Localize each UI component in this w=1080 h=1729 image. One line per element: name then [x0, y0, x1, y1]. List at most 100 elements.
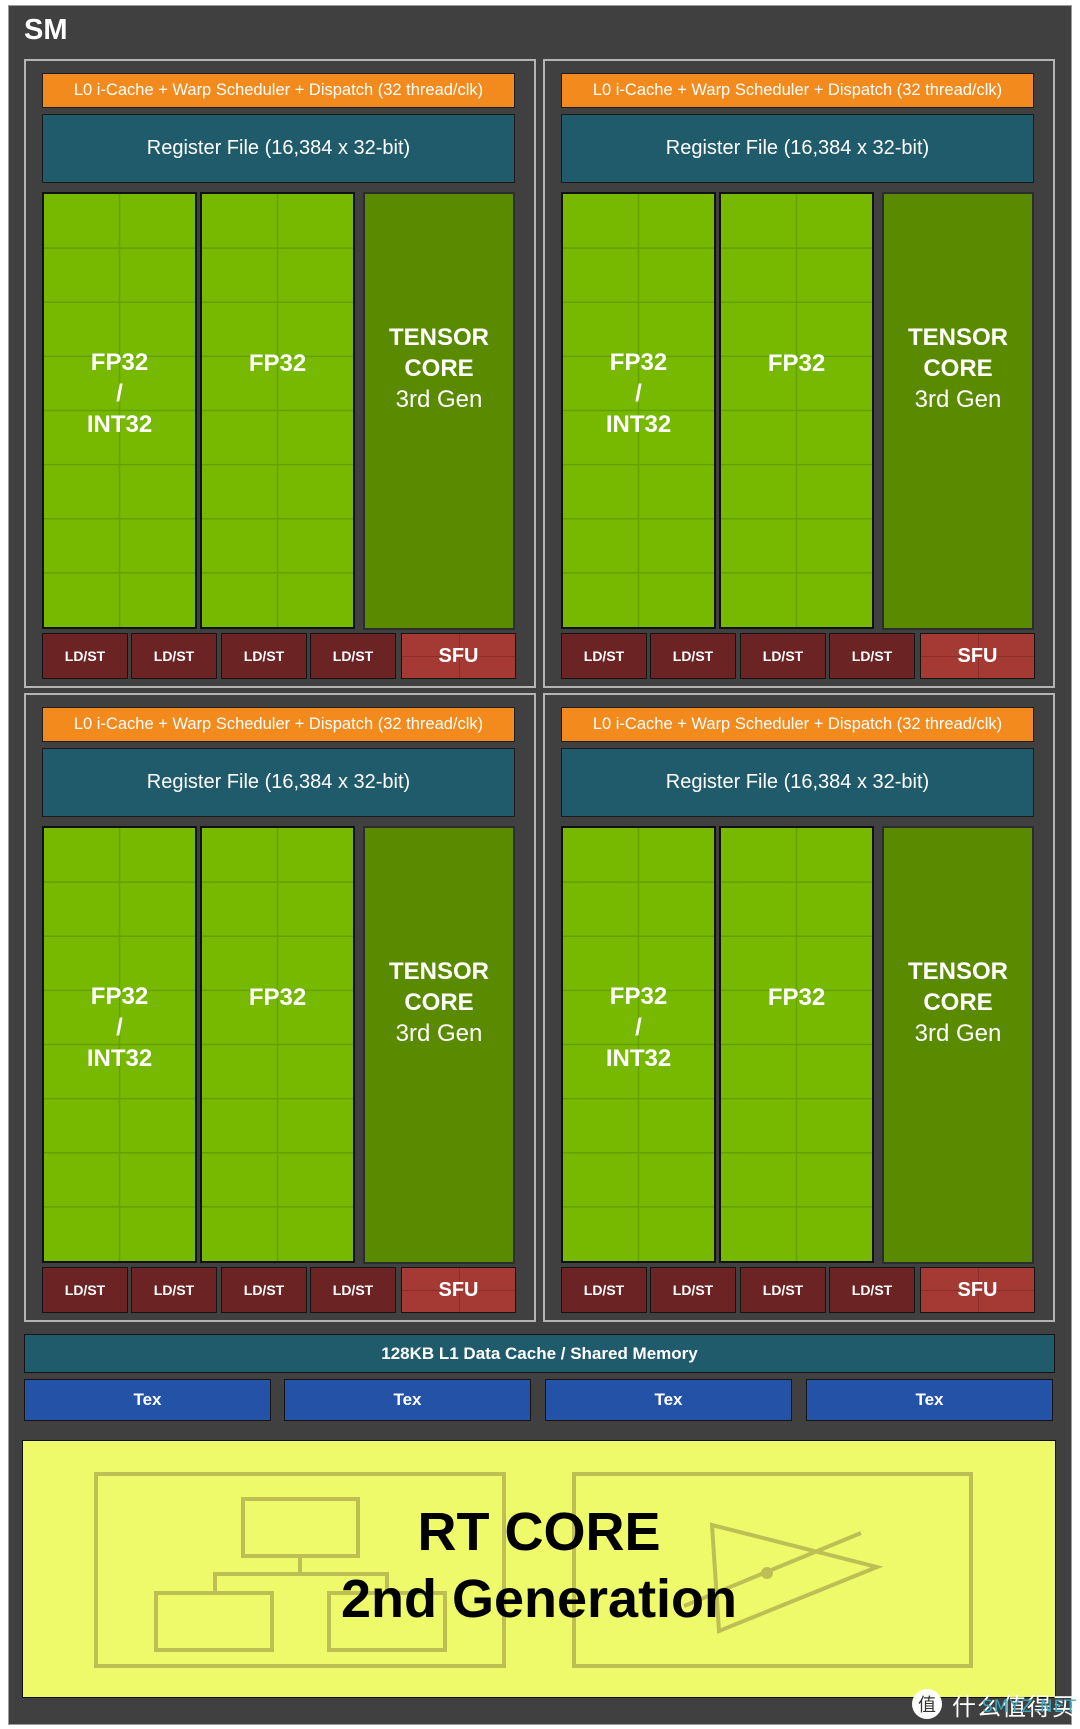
fp32-label: FP32 [90, 983, 149, 1010]
sm-title: SM [24, 14, 68, 46]
ldst-unit: LD/ST [561, 1267, 647, 1313]
sfu-unit: SFU [920, 633, 1035, 679]
tensor-label-line: CORE [404, 354, 474, 382]
ldst-unit: LD/ST [650, 1267, 736, 1313]
separator-label: / [116, 380, 123, 407]
separator-label: / [635, 380, 642, 407]
tensor-core: TENSOR CORE 3rd Gen [363, 192, 515, 630]
int32-label: INT32 [605, 411, 672, 438]
processing-block-top-right: L0 i-Cache + Warp Scheduler + Dispatch (… [543, 59, 1055, 688]
tensor-label-line: CORE [923, 988, 993, 1016]
sfu-label: SFU [438, 644, 479, 667]
int32-label: INT32 [86, 1045, 153, 1072]
core-grid [202, 194, 353, 627]
fp32-int32-label: FP32 / INT32 [87, 981, 152, 1074]
tensor-core-label: TENSOR CORE 3rd Gen [908, 322, 1008, 415]
fp32-int32-unit: FP32 / INT32 [42, 192, 197, 629]
ldst-unit: LD/ST [131, 633, 217, 679]
fp32-int32-label: FP32 / INT32 [87, 347, 152, 440]
ldst-unit: LD/ST [221, 1267, 307, 1313]
fp32-label: FP32 [767, 984, 826, 1011]
ldst-unit: LD/ST [310, 633, 396, 679]
tensor-label-line: CORE [923, 354, 993, 382]
fp32-unit: FP32 [719, 826, 874, 1263]
sfu-unit: SFU [920, 1267, 1035, 1313]
tensor-label-line: TENSOR [388, 323, 489, 351]
fp32-unit: FP32 [200, 826, 355, 1263]
core-grid [721, 828, 872, 1261]
fp32-label: FP32 [90, 349, 149, 376]
register-file: Register File (16,384 x 32-bit) [561, 114, 1034, 183]
rt-core-generation: 2nd Generation [340, 1569, 738, 1629]
separator-label: / [635, 1014, 642, 1041]
warp-scheduler: L0 i-Cache + Warp Scheduler + Dispatch (… [561, 707, 1034, 742]
ldst-unit: LD/ST [221, 633, 307, 679]
warp-scheduler: L0 i-Cache + Warp Scheduler + Dispatch (… [42, 73, 515, 108]
ldst-unit: LD/ST [561, 633, 647, 679]
register-file: Register File (16,384 x 32-bit) [42, 114, 515, 183]
tensor-label-line: CORE [404, 988, 474, 1016]
tensor-core-label: TENSOR CORE 3rd Gen [389, 322, 489, 415]
tensor-label-line: TENSOR [907, 957, 1008, 985]
fp32-int32-unit: FP32 / INT32 [42, 826, 197, 1263]
fp32-int32-unit: FP32 / INT32 [561, 192, 716, 629]
fp32-label: FP32 [609, 983, 668, 1010]
watermark-overlay: SMYZ.NET [982, 1696, 1077, 1717]
warp-scheduler: L0 i-Cache + Warp Scheduler + Dispatch (… [561, 73, 1034, 108]
tex-unit: Tex [806, 1379, 1053, 1421]
ldst-unit: LD/ST [310, 1267, 396, 1313]
watermark: 值 什么值得买 SMYZ.NET [912, 1687, 1077, 1721]
fp32-unit: FP32 [719, 192, 874, 629]
register-file: Register File (16,384 x 32-bit) [561, 748, 1034, 817]
fp32-label: FP32 [609, 349, 668, 376]
core-grid [721, 194, 872, 627]
ldst-unit: LD/ST [829, 1267, 915, 1313]
l1-data-cache: 128KB L1 Data Cache / Shared Memory [24, 1334, 1055, 1373]
fp32-int32-label: FP32 / INT32 [606, 981, 671, 1074]
register-file: Register File (16,384 x 32-bit) [42, 748, 515, 817]
tensor-core: TENSOR CORE 3rd Gen [363, 826, 515, 1264]
separator-label: / [116, 1014, 123, 1041]
tensor-label-gen: 3rd Gen [914, 1019, 1002, 1047]
int32-label: INT32 [86, 411, 153, 438]
core-grid [202, 828, 353, 1261]
tensor-core: TENSOR CORE 3rd Gen [882, 192, 1034, 630]
tensor-label-line: TENSOR [388, 957, 489, 985]
ldst-unit: LD/ST [42, 1267, 128, 1313]
int32-label: INT32 [605, 1045, 672, 1072]
sfu-label: SFU [957, 1278, 998, 1301]
tex-unit: Tex [545, 1379, 792, 1421]
tensor-core-label: TENSOR CORE 3rd Gen [389, 956, 489, 1049]
fp32-int32-unit: FP32 / INT32 [561, 826, 716, 1263]
tensor-core: TENSOR CORE 3rd Gen [882, 826, 1034, 1264]
rt-core-title: RT CORE [417, 1502, 661, 1562]
ldst-unit: LD/ST [650, 633, 736, 679]
tensor-label-gen: 3rd Gen [395, 1019, 483, 1047]
ldst-unit: LD/ST [740, 633, 826, 679]
ldst-unit: LD/ST [131, 1267, 217, 1313]
tensor-label-gen: 3rd Gen [395, 385, 483, 413]
ldst-unit: LD/ST [829, 633, 915, 679]
fp32-label: FP32 [767, 350, 826, 377]
ldst-unit: LD/ST [42, 633, 128, 679]
tex-unit: Tex [284, 1379, 531, 1421]
fp32-label: FP32 [248, 350, 307, 377]
rt-core: RT CORE 2nd Generation [22, 1440, 1056, 1698]
sfu-unit: SFU [401, 1267, 516, 1313]
watermark-logo-icon: 值 [912, 1689, 942, 1719]
sfu-unit: SFU [401, 633, 516, 679]
processing-block-bottom-left: L0 i-Cache + Warp Scheduler + Dispatch (… [24, 693, 536, 1322]
warp-scheduler: L0 i-Cache + Warp Scheduler + Dispatch (… [42, 707, 515, 742]
fp32-label: FP32 [248, 984, 307, 1011]
sfu-label: SFU [438, 1278, 479, 1301]
fp32-unit: FP32 [200, 192, 355, 629]
fp32-int32-label: FP32 / INT32 [606, 347, 671, 440]
watermark-text: 什么值得买 SMYZ.NET [952, 1687, 1077, 1722]
processing-block-bottom-right: L0 i-Cache + Warp Scheduler + Dispatch (… [543, 693, 1055, 1322]
tensor-core-label: TENSOR CORE 3rd Gen [908, 956, 1008, 1049]
processing-block-top-left: L0 i-Cache + Warp Scheduler + Dispatch (… [24, 59, 536, 688]
tensor-label-gen: 3rd Gen [914, 385, 1002, 413]
tex-unit: Tex [24, 1379, 271, 1421]
sfu-label: SFU [957, 644, 998, 667]
ldst-unit: LD/ST [740, 1267, 826, 1313]
